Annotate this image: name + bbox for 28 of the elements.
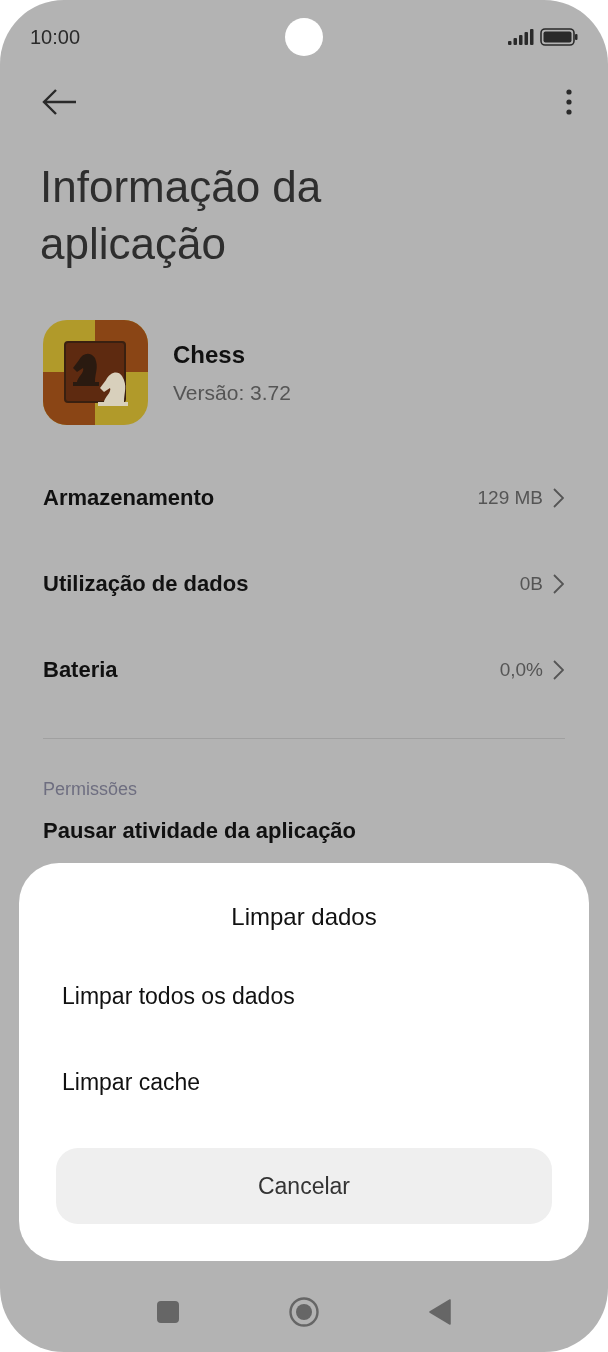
signal-icon — [508, 28, 534, 46]
settings-row-value: 129 MB — [477, 487, 543, 509]
camera-cutout — [285, 18, 323, 56]
battery-icon — [540, 28, 578, 46]
chevron-right-icon — [553, 574, 564, 594]
settings-row-value: 0B — [519, 573, 543, 595]
app-icon — [43, 320, 148, 425]
settings-row-value: 0,0% — [499, 659, 543, 681]
settings-row-label[interactable]: Utilização de dados — [43, 571, 249, 597]
status-time: 10:00 — [30, 25, 81, 49]
section-header: Permissões — [43, 779, 139, 800]
settings-row-label[interactable]: Bateria — [43, 657, 118, 683]
more-options-icon[interactable] — [566, 89, 572, 115]
dialog-title: Limpar dados — [230, 903, 378, 931]
app-name: Chess — [173, 340, 247, 369]
back-icon[interactable] — [429, 1299, 451, 1325]
settings-row-label[interactable]: Armazenamento — [43, 485, 215, 511]
settings-row-label[interactable]: Pausar atividade da aplicação — [43, 818, 608, 844]
back-arrow-icon[interactable] — [42, 89, 78, 115]
dialog-option[interactable]: Limpar cache — [56, 1061, 552, 1103]
chevron-right-icon — [553, 488, 564, 508]
home-icon[interactable] — [289, 1297, 319, 1327]
app-version: Versão: 3.72 — [173, 380, 291, 405]
recents-icon[interactable] — [157, 1301, 179, 1323]
dialog-option[interactable]: Limpar todos os dados — [56, 975, 552, 1017]
chevron-right-icon — [553, 660, 564, 680]
page-title: Informação da aplicação — [40, 161, 323, 270]
cancel-button[interactable]: Cancelar — [56, 1148, 552, 1224]
